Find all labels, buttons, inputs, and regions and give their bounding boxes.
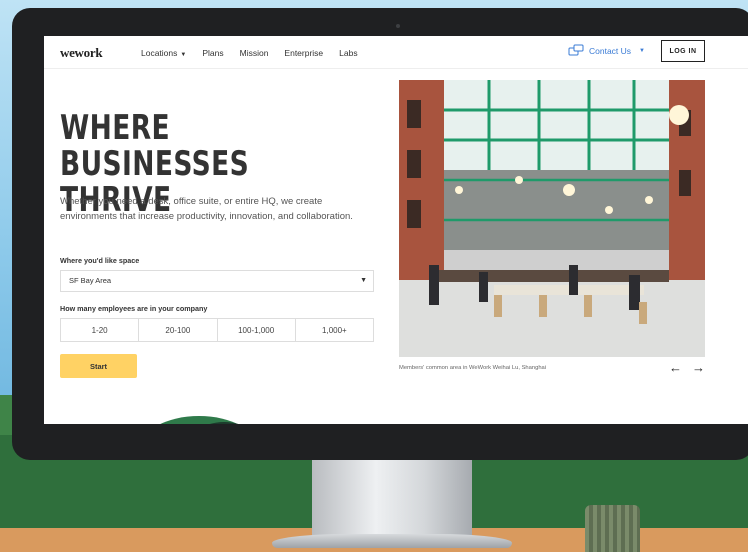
photo-caption: Members' common area in WeWork Weihai Lu… — [399, 365, 547, 371]
chevron-down-icon: ▼ — [639, 48, 645, 54]
employee-option-20-100[interactable]: 20-100 — [139, 319, 218, 341]
nav-link-label: Locations — [141, 48, 178, 58]
space-select[interactable]: SF Bay Area ▼ — [60, 270, 374, 292]
wework-logo[interactable]: wework — [60, 45, 103, 61]
nav-link-plans[interactable]: Plans — [202, 48, 223, 58]
employee-option-1-20[interactable]: 1-20 — [61, 319, 140, 341]
monitor-base — [272, 534, 512, 548]
chevron-down-icon: ▼ — [180, 52, 187, 58]
employee-option-100-1000[interactable]: 100-1,000 — [218, 319, 296, 341]
camera-dot — [396, 24, 400, 28]
hero-title-line1: WHERE BUSINESSES — [60, 108, 250, 184]
browser-screen: wework Locations ▼ Plans Mission Enterpri… — [44, 36, 748, 424]
hero-description: Whether you need a desk, office suite, o… — [60, 196, 353, 222]
chat-bubbles-icon — [568, 44, 584, 56]
hero-photo — [399, 80, 705, 357]
space-select-value: SF Bay Area — [69, 276, 112, 285]
start-button[interactable]: Start — [60, 354, 137, 378]
nav-link-enterprise[interactable]: Enterprise — [284, 48, 323, 58]
carousel-controls: ← → — [669, 360, 705, 375]
arrow-right-icon[interactable]: → — [692, 360, 705, 375]
nav-links: Locations ▼ Plans Mission Enterprise Labs — [141, 48, 358, 58]
monitor-stand — [312, 458, 472, 538]
nav-link-labs[interactable]: Labs — [339, 48, 357, 58]
contact-us-label: Contact Us — [589, 46, 632, 56]
arrow-left-icon[interactable]: ← — [669, 360, 682, 375]
top-nav: wework Locations ▼ Plans Mission Enterpri… — [44, 36, 748, 69]
cactus-decoration — [585, 505, 640, 552]
chevron-down-icon: ▼ — [360, 277, 367, 284]
employee-option-1000-plus[interactable]: 1,000+ — [296, 319, 373, 341]
contact-us-link[interactable]: Contact Us ▼ — [568, 44, 645, 58]
employee-count-selector: 1-20 20-100 100-1,000 1,000+ — [60, 318, 374, 342]
nav-link-mission[interactable]: Mission — [240, 48, 269, 58]
login-button[interactable]: LOG IN — [661, 40, 705, 62]
partial-image-peek — [160, 416, 239, 424]
space-label: Where you'd like space — [60, 256, 140, 265]
nav-link-locations[interactable]: Locations ▼ — [141, 48, 186, 58]
employees-label: How many employees are in your company — [60, 304, 208, 313]
